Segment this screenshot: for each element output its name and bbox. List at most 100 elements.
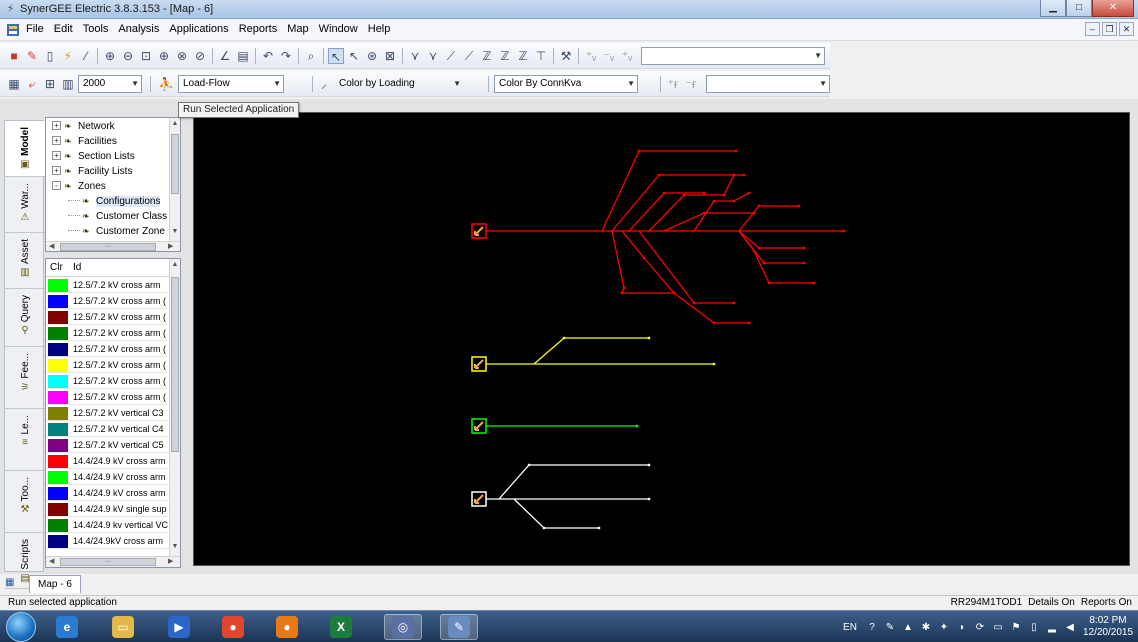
node-marker[interactable] <box>527 463 531 467</box>
node-marker[interactable] <box>635 424 639 428</box>
transformer-icon[interactable]: ℤ <box>479 48 495 64</box>
red-branch-8[interactable] <box>738 230 804 249</box>
node-marker[interactable] <box>712 362 716 366</box>
feeder-up-icon[interactable]: ⁺ғ <box>665 76 681 92</box>
tree-item-facility-lists[interactable]: + ❧ Facility Lists <box>52 165 132 179</box>
menu-applications[interactable]: Applications <box>169 23 228 35</box>
node-marker[interactable] <box>802 246 806 250</box>
menu-window[interactable]: Window <box>319 23 358 35</box>
zoom-in-icon[interactable]: ⊕ <box>102 48 118 64</box>
taskbar-synergee-button[interactable]: ◎ <box>384 614 422 640</box>
color-swatch[interactable] <box>48 279 68 292</box>
minimize-button[interactable]: ▁ <box>1040 0 1066 17</box>
color-swatch[interactable] <box>48 471 68 484</box>
node-marker[interactable] <box>742 173 746 177</box>
voltage-add-icon[interactable]: ⁺ᵥ <box>619 48 635 64</box>
flag-icon[interactable]: ⚑ <box>1008 622 1024 633</box>
help-icon[interactable]: ? <box>864 622 880 633</box>
menu-reports[interactable]: Reports <box>239 23 278 35</box>
list-item[interactable]: 12.5/7.2 kV vertical C4 <box>46 422 171 437</box>
zoom-out-icon[interactable]: ⊖ <box>120 48 136 64</box>
tree-item-configurations[interactable]: ❧ Configurations <box>68 195 161 209</box>
lightning-icon[interactable]: ⚡ <box>60 48 76 64</box>
database-icon[interactable]: ▦ <box>6 76 22 92</box>
vtab-model[interactable]: Model ▣ <box>5 121 45 177</box>
node-marker[interactable] <box>662 191 666 195</box>
node-marker[interactable] <box>657 173 661 177</box>
red-branch-10[interactable] <box>738 230 814 284</box>
white-branch-2[interactable] <box>513 498 599 529</box>
color-swatch[interactable] <box>48 327 68 340</box>
select-tool-icon[interactable]: ▯ <box>42 48 58 64</box>
taskbar-excel-button[interactable]: X <box>322 614 360 640</box>
node-marker[interactable] <box>734 149 738 153</box>
display-icon[interactable]: ▭ <box>990 622 1006 633</box>
clock[interactable]: 8:02 PM 12/20/2015 <box>1078 615 1138 639</box>
red-branch-12[interactable] <box>621 230 749 324</box>
color-swatch[interactable] <box>48 423 68 436</box>
pointer-icon[interactable]: ↖ <box>328 48 344 64</box>
node-marker[interactable] <box>757 246 761 250</box>
node-marker[interactable] <box>647 463 651 467</box>
node-marker[interactable] <box>797 204 801 208</box>
vtab-le[interactable]: Le... ≡ <box>5 409 45 471</box>
node-marker[interactable] <box>747 191 751 195</box>
taskbar-firefox-button[interactable]: ● <box>268 614 306 640</box>
color-swatch[interactable] <box>48 311 68 324</box>
color-swatch[interactable] <box>48 391 68 404</box>
color-swatch[interactable] <box>48 503 68 516</box>
node-marker[interactable] <box>762 261 766 265</box>
vtab-fee[interactable]: Fee... ⚞ <box>5 347 45 409</box>
tree-item-customer-zone[interactable]: ❧ Customer Zone <box>68 225 165 239</box>
node-marker[interactable] <box>682 193 686 197</box>
menu-map[interactable]: Map <box>287 23 308 35</box>
mdi-close-button[interactable]: ✕ <box>1119 22 1134 36</box>
voltage-down-icon[interactable]: ⁻ᵥ <box>601 48 617 64</box>
header-clr[interactable]: Clr <box>50 259 63 277</box>
network-tool-icon[interactable]: ✦ <box>936 622 952 633</box>
list-item[interactable]: 14.4/24.9 kV cross arm <box>46 470 171 485</box>
node-marker[interactable] <box>842 229 846 233</box>
switch-icon[interactable]: ⊤ <box>533 48 549 64</box>
node-marker[interactable] <box>722 193 726 197</box>
search-icon[interactable]: ⌕ <box>303 48 319 64</box>
start-button[interactable] <box>6 612 36 642</box>
node-marker[interactable] <box>637 149 641 153</box>
list-item[interactable]: 12.5/7.2 kV cross arm <box>46 278 171 293</box>
trace-icon[interactable]: ↖ <box>346 48 362 64</box>
tree-horizontal-scrollbar[interactable]: ◀ ⋯ ▶ <box>46 241 180 251</box>
node-marker[interactable] <box>642 256 646 260</box>
arrow-left-icon[interactable]: ⤶ <box>24 76 40 92</box>
capacitor-icon[interactable]: ℤ <box>515 48 531 64</box>
yellow-branch-1[interactable] <box>533 337 649 365</box>
node-marker[interactable] <box>672 291 676 295</box>
tree-item-facilities[interactable]: + ❧ Facilities <box>52 135 117 149</box>
list-item[interactable]: 12.5/7.2 kV cross arm ( <box>46 294 171 309</box>
taskbar-chrome-button[interactable]: ● <box>214 614 252 640</box>
node-marker[interactable] <box>732 173 736 177</box>
node-marker[interactable] <box>620 291 624 295</box>
list-item[interactable]: 12.5/7.2 kV cross arm ( <box>46 374 171 389</box>
vtab-too[interactable]: Too... ⚒ <box>5 471 45 533</box>
print-preview-icon[interactable]: ▤ <box>235 48 251 64</box>
close-button[interactable]: ✕ <box>1092 0 1134 17</box>
color-by-loading-select[interactable]: Color by Loading ▼ <box>334 75 464 93</box>
menu-file[interactable]: File <box>26 23 44 35</box>
regulator-icon[interactable]: ℤ <box>497 48 513 64</box>
grid-icon[interactable]: ⊞ <box>42 76 58 92</box>
red-branch-11[interactable] <box>638 230 734 304</box>
bluetooth-icon[interactable]: ✱ <box>918 622 934 633</box>
color-swatch[interactable] <box>48 407 68 420</box>
list-item[interactable]: 14.4/24.9 kV cross arm <box>46 454 171 469</box>
network-signal-icon[interactable]: ▂ <box>1044 622 1060 633</box>
wrench-icon[interactable]: ⚒ <box>558 48 574 64</box>
red-branch-7[interactable] <box>738 205 799 232</box>
volume-icon[interactable]: ◀ <box>1062 622 1078 633</box>
line-icon[interactable]: ⟋ <box>443 48 459 64</box>
color-swatch[interactable] <box>48 455 68 468</box>
node-marker[interactable] <box>562 336 566 340</box>
toolbar-combo-2[interactable]: ▼ <box>706 75 830 93</box>
mdi-restore-button[interactable]: ❐ <box>1102 22 1117 36</box>
chart-icon[interactable]: ▥ <box>60 76 76 92</box>
tree-item-customer-class[interactable]: ❧ Customer Class <box>68 210 167 224</box>
